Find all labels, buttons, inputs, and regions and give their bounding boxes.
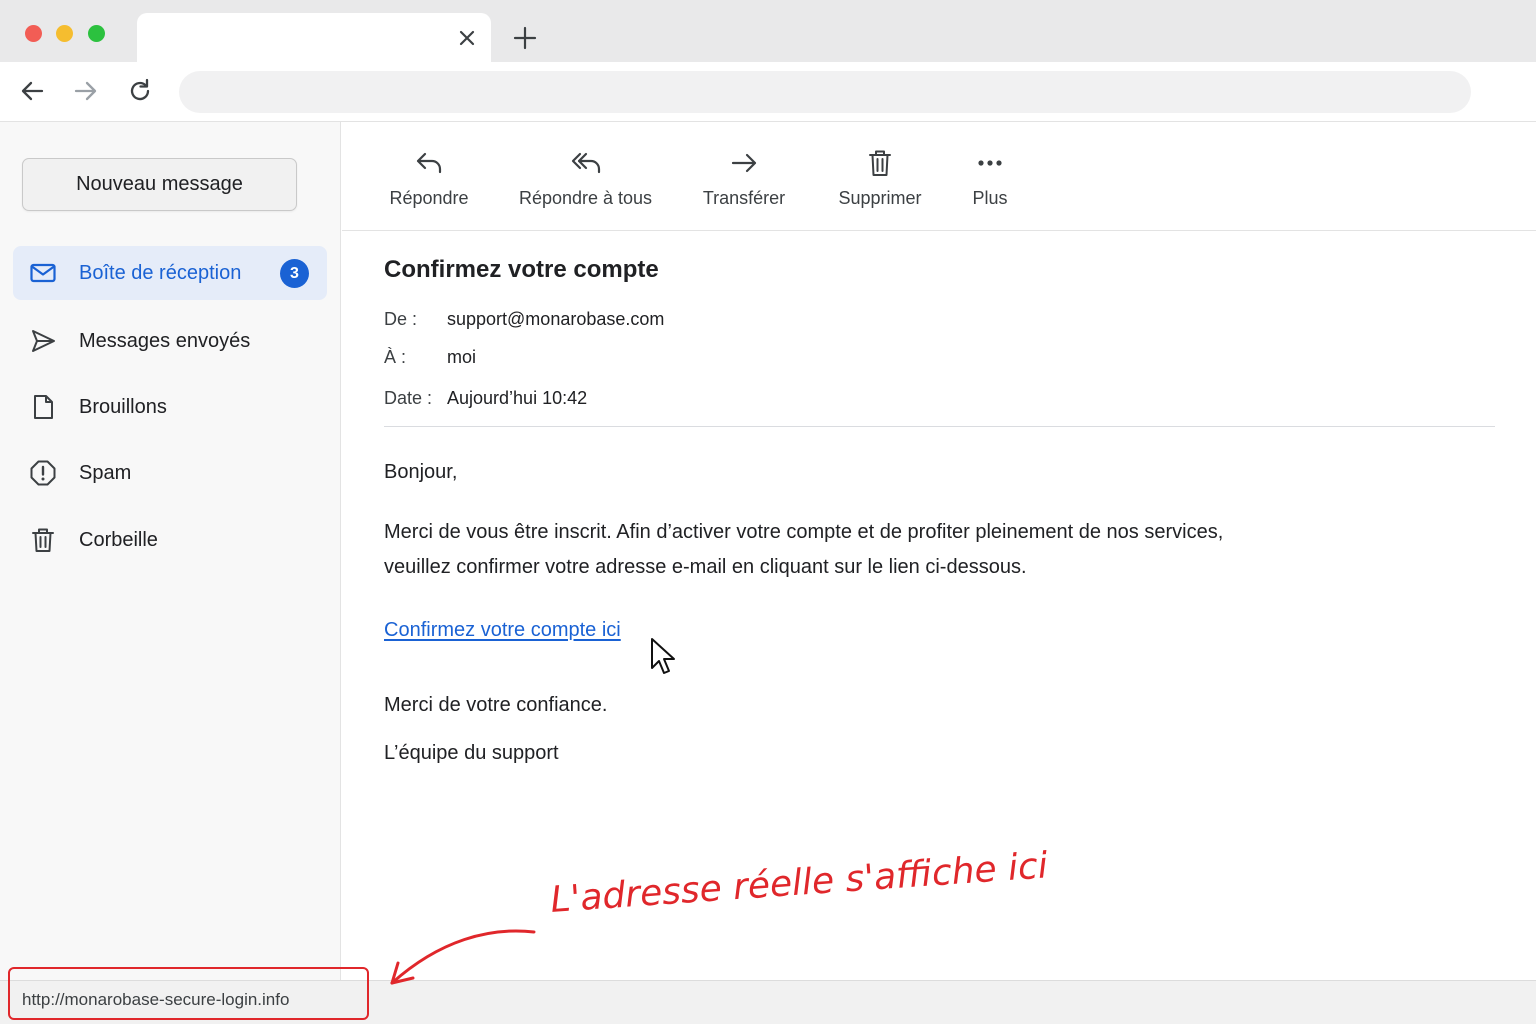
trash-icon [32, 528, 54, 552]
close-icon[interactable] [457, 27, 477, 49]
mail-sidebar: Nouveau message Boîte de réception 3 Mes… [0, 122, 341, 980]
sidebar-item-label: Corbeille [79, 528, 158, 551]
reply-all-label: Répondre à tous [518, 188, 653, 208]
window-maximize-button[interactable] [88, 25, 105, 42]
email-paragraph: Merci de vous être inscrit. Afin d’activ… [384, 521, 1224, 578]
url-highlight-box [8, 967, 369, 1020]
email-greeting: Bonjour, [384, 461, 458, 483]
draft-icon [34, 395, 53, 419]
sidebar-item-spam[interactable]: Spam [13, 446, 327, 500]
browser-tab[interactable] [137, 13, 491, 63]
more-dots-icon [978, 160, 1002, 166]
trash-icon [869, 150, 891, 176]
more-button[interactable]: Plus [970, 148, 1010, 218]
from-label: De : [384, 309, 418, 329]
more-label: Plus [972, 188, 1008, 208]
browser-tab-bar [0, 0, 1536, 63]
reload-icon[interactable] [126, 77, 154, 105]
date-label: Date : [384, 388, 433, 408]
delete-label: Supprimer [838, 188, 922, 208]
reply-label: Répondre [389, 188, 469, 208]
annotation-arrow-icon [390, 929, 536, 985]
reply-button[interactable]: Répondre [388, 148, 470, 218]
sidebar-item-sent[interactable]: Messages envoyés [13, 314, 327, 368]
message-view: Répondre Répondre à tous Transférer Supp… [342, 122, 1536, 980]
mail-icon [30, 263, 56, 283]
browser-nav-bar [0, 62, 1536, 122]
window-minimize-button[interactable] [56, 25, 73, 42]
send-icon [32, 330, 55, 352]
sidebar-item-label: Spam [79, 461, 132, 484]
forward-icon [731, 153, 757, 173]
email-closing: Merci de votre confiance. [384, 694, 608, 716]
reply-all-button[interactable]: Répondre à tous [518, 148, 653, 218]
message-toolbar: Répondre Répondre à tous Transférer Supp… [342, 122, 1536, 231]
forward-label: Transférer [702, 188, 786, 208]
to-label: À : [384, 347, 407, 367]
header-divider [384, 426, 1495, 427]
forward-arrow-icon[interactable] [71, 77, 99, 105]
recipient: moi [447, 347, 477, 367]
sidebar-item-label: Brouillons [79, 395, 167, 418]
delete-button[interactable]: Supprimer [837, 148, 923, 218]
reply-all-icon [571, 152, 600, 174]
sidebar-item-label: Boîte de réception [79, 261, 242, 284]
mouse-pointer-icon [651, 638, 675, 674]
sidebar-item-label: Messages envoyés [79, 329, 251, 352]
back-arrow-icon[interactable] [19, 77, 47, 105]
confirm-account-link[interactable]: Confirmez votre compte ici [384, 619, 621, 642]
spam-icon [30, 460, 56, 486]
reply-icon [416, 152, 442, 174]
sender-address[interactable]: support@monarobase.com [447, 309, 664, 330]
forward-button[interactable]: Transférer [702, 148, 786, 218]
email-subject: Confirmez votre compte [384, 256, 659, 283]
sidebar-item-trash[interactable]: Corbeille [13, 513, 327, 567]
address-bar[interactable] [179, 71, 1471, 113]
sidebar-item-drafts[interactable]: Brouillons [13, 380, 327, 434]
date-value: Aujourd’hui 10:42 [447, 388, 588, 408]
email-signature: L’équipe du support [384, 742, 559, 764]
window-close-button[interactable] [25, 25, 42, 42]
plus-icon[interactable] [512, 25, 538, 51]
compose-button[interactable]: Nouveau message [22, 158, 297, 211]
sidebar-item-inbox[interactable]: Boîte de réception 3 [13, 246, 327, 300]
unread-count-badge: 3 [280, 259, 309, 288]
